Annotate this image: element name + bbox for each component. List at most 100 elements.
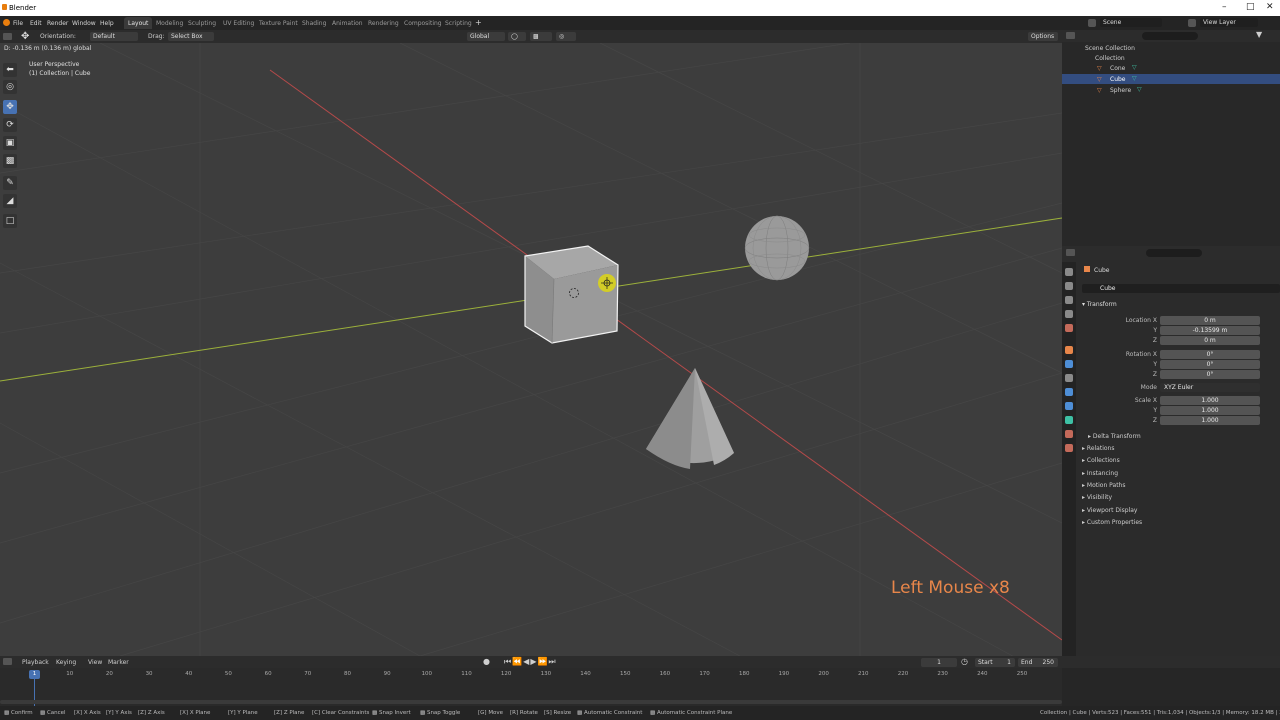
- render-tab-icon[interactable]: [1065, 282, 1073, 290]
- scale-x-field[interactable]: 1.000: [1160, 396, 1260, 405]
- properties-search-input[interactable]: [1146, 249, 1202, 257]
- options-dropdown[interactable]: Options: [1028, 32, 1058, 41]
- end-frame-field[interactable]: End 250: [1018, 658, 1058, 667]
- proportional-edit-icon[interactable]: ◎: [556, 32, 576, 41]
- location-y-field[interactable]: -0.13599 m: [1160, 326, 1260, 335]
- menu-help[interactable]: Help: [100, 20, 114, 27]
- output-tab-icon[interactable]: [1065, 296, 1073, 304]
- tab-animation[interactable]: Animation: [328, 17, 367, 29]
- tab-sculpting[interactable]: Sculpting: [184, 17, 220, 29]
- view-layer-selector[interactable]: View Layer: [1200, 18, 1258, 27]
- rotation-y-field[interactable]: 0°: [1160, 360, 1260, 369]
- tab-uv-editing[interactable]: UV Editing: [219, 17, 258, 29]
- transform-gizmo-icon[interactable]: ✥: [21, 31, 29, 42]
- record-icon[interactable]: ●: [483, 657, 490, 666]
- object-tab-icon[interactable]: [1065, 346, 1073, 354]
- snap-icon[interactable]: ▩: [530, 32, 552, 41]
- tab-texture-paint[interactable]: Texture Paint: [255, 17, 302, 29]
- tab-modeling[interactable]: Modeling: [152, 17, 187, 29]
- tab-compositing[interactable]: Compositing: [400, 17, 446, 29]
- instancing-panel[interactable]: ▸ Instancing: [1082, 470, 1118, 477]
- move-tool-icon[interactable]: ✥: [3, 100, 17, 114]
- custom-properties-panel[interactable]: ▸ Custom Properties: [1082, 519, 1142, 526]
- menu-view[interactable]: View: [88, 659, 102, 666]
- material-tab-icon[interactable]: [1065, 430, 1073, 438]
- annotate-tool-icon[interactable]: ✎: [3, 176, 17, 190]
- outliner-collection[interactable]: Collection: [1095, 55, 1125, 62]
- collections-panel[interactable]: ▸ Collections: [1082, 457, 1120, 464]
- delta-transform-panel[interactable]: ▸ Delta Transform: [1088, 433, 1141, 440]
- scene-selector[interactable]: Scene: [1100, 18, 1162, 27]
- tab-scripting[interactable]: Scripting: [441, 17, 476, 29]
- maximize-icon[interactable]: □: [1246, 2, 1255, 12]
- add-workspace-icon[interactable]: +: [475, 18, 482, 27]
- transform-panel-header[interactable]: ▾ Transform: [1082, 301, 1117, 308]
- physics-tab-icon[interactable]: [1065, 388, 1073, 396]
- data-tab-icon[interactable]: [1065, 416, 1073, 424]
- editor-type-icon[interactable]: [3, 33, 12, 40]
- filter-icon[interactable]: ▼: [1256, 30, 1262, 39]
- select-box-tool-icon[interactable]: ⬅: [3, 63, 17, 77]
- outliner-scene-collection[interactable]: Scene Collection: [1085, 45, 1135, 52]
- texture-tab-icon[interactable]: [1065, 444, 1073, 452]
- viewport-display-panel[interactable]: ▸ Viewport Display: [1082, 507, 1137, 514]
- 3d-viewport[interactable]: D: -0.136 m (0.136 m) global User Perspe…: [0, 43, 1062, 656]
- clock-icon[interactable]: ◷: [961, 657, 968, 666]
- timeline-editor-icon[interactable]: [3, 658, 12, 665]
- close-icon[interactable]: ✕: [1266, 2, 1274, 12]
- scale-y-field[interactable]: 1.000: [1160, 406, 1260, 415]
- blender-menu-icon[interactable]: [3, 19, 10, 26]
- outliner-item-sphere[interactable]: ▽ Sphere ▽: [1092, 85, 1280, 95]
- constraints-tab-icon[interactable]: [1065, 402, 1073, 410]
- start-frame-field[interactable]: Start 1: [975, 658, 1015, 667]
- drag-dropdown[interactable]: Select Box: [168, 32, 214, 41]
- menu-playback[interactable]: Playback: [22, 659, 49, 666]
- transform-tool-icon[interactable]: ▩: [3, 154, 17, 168]
- scene-icon[interactable]: [1088, 19, 1096, 27]
- rotate-tool-icon[interactable]: ⟳: [3, 118, 17, 132]
- scale-tool-icon[interactable]: ▣: [3, 136, 17, 150]
- particles-tab-icon[interactable]: [1065, 374, 1073, 382]
- menu-window[interactable]: Window: [72, 20, 96, 27]
- sphere-object[interactable]: [744, 215, 810, 281]
- viewport-canvas[interactable]: [0, 43, 1062, 656]
- visibility-panel[interactable]: ▸ Visibility: [1082, 494, 1112, 501]
- cube-object[interactable]: [524, 245, 619, 344]
- outliner-item-cube[interactable]: ▽ Cube ▽: [1062, 74, 1280, 84]
- menu-keying[interactable]: Keying: [56, 659, 76, 666]
- scene-tab-icon[interactable]: [1065, 324, 1073, 332]
- add-cube-tool-icon[interactable]: □: [3, 214, 17, 228]
- scale-z-field[interactable]: 1.000: [1160, 416, 1260, 425]
- properties-editor-icon[interactable]: [1066, 249, 1075, 256]
- rotation-x-field[interactable]: 0°: [1160, 350, 1260, 359]
- measure-tool-icon[interactable]: ◢: [3, 194, 17, 208]
- orientation-dropdown[interactable]: Default: [90, 32, 138, 41]
- cone-object[interactable]: [646, 368, 734, 469]
- modifier-tab-icon[interactable]: [1065, 360, 1073, 368]
- tab-shading[interactable]: Shading: [298, 17, 330, 29]
- cursor-tool-icon[interactable]: ◎: [3, 80, 17, 94]
- location-z-field[interactable]: 0 m: [1160, 336, 1260, 345]
- menu-render[interactable]: Render: [47, 20, 68, 27]
- menu-marker[interactable]: Marker: [108, 659, 129, 666]
- playhead[interactable]: 1: [29, 670, 40, 679]
- minimize-icon[interactable]: –: [1222, 2, 1227, 12]
- view-layer-icon[interactable]: [1188, 19, 1196, 27]
- menu-file[interactable]: File: [13, 20, 23, 27]
- view-layer-tab-icon[interactable]: [1065, 310, 1073, 318]
- rotation-z-field[interactable]: 0°: [1160, 370, 1260, 379]
- timeline-scrollbar[interactable]: [0, 700, 1062, 704]
- motion-paths-panel[interactable]: ▸ Motion Paths: [1082, 482, 1125, 489]
- rotation-mode-dropdown[interactable]: XYZ Euler: [1160, 383, 1260, 392]
- playback-controls-icon[interactable]: ⏮⏪◀▶⏩⏭: [504, 657, 557, 667]
- pivot-point-icon[interactable]: ◯: [508, 32, 526, 41]
- outliner-search-input[interactable]: [1142, 32, 1198, 40]
- relations-panel[interactable]: ▸ Relations: [1082, 445, 1114, 452]
- outliner-item-cone[interactable]: ▽ Cone ▽: [1092, 63, 1280, 73]
- transform-orientation-dropdown[interactable]: Global: [467, 32, 505, 41]
- outliner-editor-icon[interactable]: [1066, 32, 1075, 39]
- tab-layout[interactable]: Layout: [124, 17, 153, 29]
- tool-tab-icon[interactable]: [1065, 268, 1073, 276]
- tab-rendering[interactable]: Rendering: [364, 17, 403, 29]
- current-frame-field[interactable]: 1: [921, 658, 957, 667]
